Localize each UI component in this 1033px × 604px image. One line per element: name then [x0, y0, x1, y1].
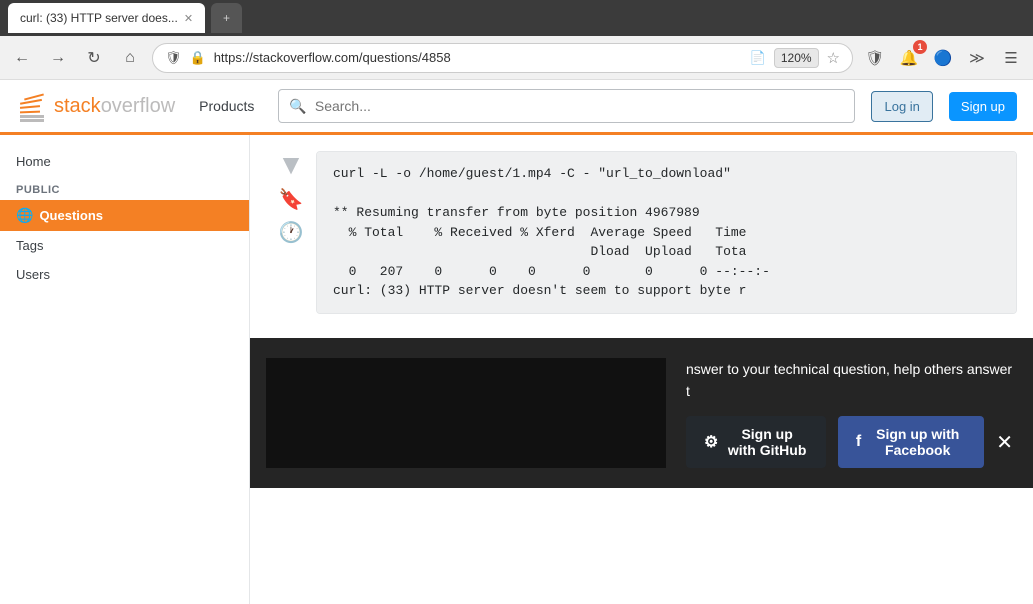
sidebar-tags-label: Tags — [16, 238, 43, 253]
content-area: ▼ 🔖 🕐 curl -L -o /home/guest/1.mp4 -C - … — [250, 135, 1033, 604]
signup-overlay: nswer to your technical question, help o… — [250, 338, 1033, 489]
toolbar-icons: 🛡 🔔 1 🔵 ≫ ☰ — [861, 44, 1025, 72]
hamburger-menu-icon[interactable]: ☰ — [997, 44, 1025, 72]
notification-count: 1 — [913, 40, 927, 54]
active-tab[interactable]: curl: (33) HTTP server does... ✕ — [8, 3, 205, 33]
github-icon: ⚙ — [704, 432, 718, 452]
search-bar[interactable]: 🔍 — [278, 89, 855, 123]
code-block: curl -L -o /home/guest/1.mp4 -C - "url_t… — [317, 152, 1016, 313]
sidebar-questions-label: Questions — [39, 208, 103, 223]
content-wrapper: ▼ 🔖 🕐 curl -L -o /home/guest/1.mp4 -C - … — [250, 135, 1033, 604]
search-icon: 🔍 — [289, 98, 306, 115]
so-logo-icon — [16, 87, 48, 125]
sidebar-item-users[interactable]: Users — [0, 260, 249, 289]
security-shield-icon: 🛡 — [165, 50, 182, 66]
address-bar[interactable]: 🛡 🔒 https://stackoverflow.com/questions/… — [152, 43, 853, 73]
sidebar-section-public: PUBLIC — [0, 176, 249, 200]
inactive-tab[interactable]: + — [211, 3, 242, 33]
bookmark-star-icon[interactable]: ☆ — [827, 49, 840, 67]
code-block-wrapper: curl -L -o /home/guest/1.mp4 -C - "url_t… — [316, 151, 1017, 314]
tab-label: curl: (33) HTTP server does... — [20, 11, 178, 25]
sidebar: Home PUBLIC 🌐 Questions Tags Users — [0, 135, 250, 604]
signup-button[interactable]: Sign up — [949, 92, 1017, 121]
home-button[interactable]: ⌂ — [116, 44, 144, 72]
sidebar-users-label: Users — [16, 267, 50, 282]
so-logo[interactable]: stackoverflow — [16, 87, 175, 125]
overlay-buttons: ⚙ Sign up with GitHub f Sign up with Fac… — [686, 416, 1013, 468]
github-signup-button[interactable]: ⚙ Sign up with GitHub — [686, 416, 826, 468]
sidebar-item-tags[interactable]: Tags — [0, 231, 249, 260]
bookmark-button[interactable]: 🔖 — [279, 187, 304, 212]
facebook-icon: f — [856, 433, 861, 451]
overlay-message: nswer to your technical question, help o… — [686, 358, 1013, 403]
url-text: https://stackoverflow.com/questions/4858 — [214, 50, 742, 65]
main-layout: Home PUBLIC 🌐 Questions Tags Users ▼ 🔖 🕐 — [0, 135, 1033, 604]
lock-icon: 🔒 — [190, 50, 206, 66]
post-section: ▼ 🔖 🕐 curl -L -o /home/guest/1.mp4 -C - … — [250, 135, 1033, 330]
products-nav[interactable]: Products — [191, 94, 262, 118]
history-button[interactable]: 🕐 — [279, 220, 304, 245]
sidebar-item-home[interactable]: Home — [0, 147, 249, 176]
sidebar-item-label: Home — [16, 154, 51, 169]
sidebar-item-questions[interactable]: 🌐 Questions — [0, 200, 249, 231]
pocket-icon[interactable]: 🛡 — [861, 44, 889, 72]
address-bar-row: ← → ↻ ⌂ 🛡 🔒 https://stackoverflow.com/qu… — [0, 36, 1033, 80]
tab-close-button[interactable]: ✕ — [184, 12, 193, 25]
back-button[interactable]: ← — [8, 44, 36, 72]
zoom-level: 120% — [774, 48, 819, 68]
extensions-icon[interactable]: 🔵 — [929, 44, 957, 72]
overflow-menu-icon[interactable]: ≫ — [963, 44, 991, 72]
new-tab-indicator: + — [223, 11, 230, 25]
browser-chrome: curl: (33) HTTP server does... ✕ + — [0, 0, 1033, 36]
notification-bell[interactable]: 🔔 1 — [895, 44, 923, 72]
post-controls: ▼ 🔖 🕐 — [258, 143, 308, 330]
vote-down-button[interactable]: ▼ — [277, 151, 305, 179]
login-button[interactable]: Log in — [871, 91, 932, 122]
globe-icon: 🌐 — [16, 207, 33, 224]
so-logo-text: stackoverflow — [54, 95, 175, 118]
overlay-close-button[interactable]: ✕ — [996, 430, 1013, 455]
forward-button[interactable]: → — [44, 44, 72, 72]
overlay-text-area: nswer to your technical question, help o… — [266, 358, 1013, 469]
search-input[interactable] — [315, 98, 845, 114]
so-logo-stack: stack — [54, 95, 101, 117]
overlay-content: nswer to your technical question, help o… — [266, 358, 1013, 469]
reader-mode-icon: 📄 — [750, 50, 766, 66]
so-header: stackoverflow Products 🔍 Log in Sign up — [0, 80, 1033, 135]
reload-button[interactable]: ↻ — [80, 44, 108, 72]
facebook-signup-button[interactable]: f Sign up with Facebook — [838, 416, 984, 468]
